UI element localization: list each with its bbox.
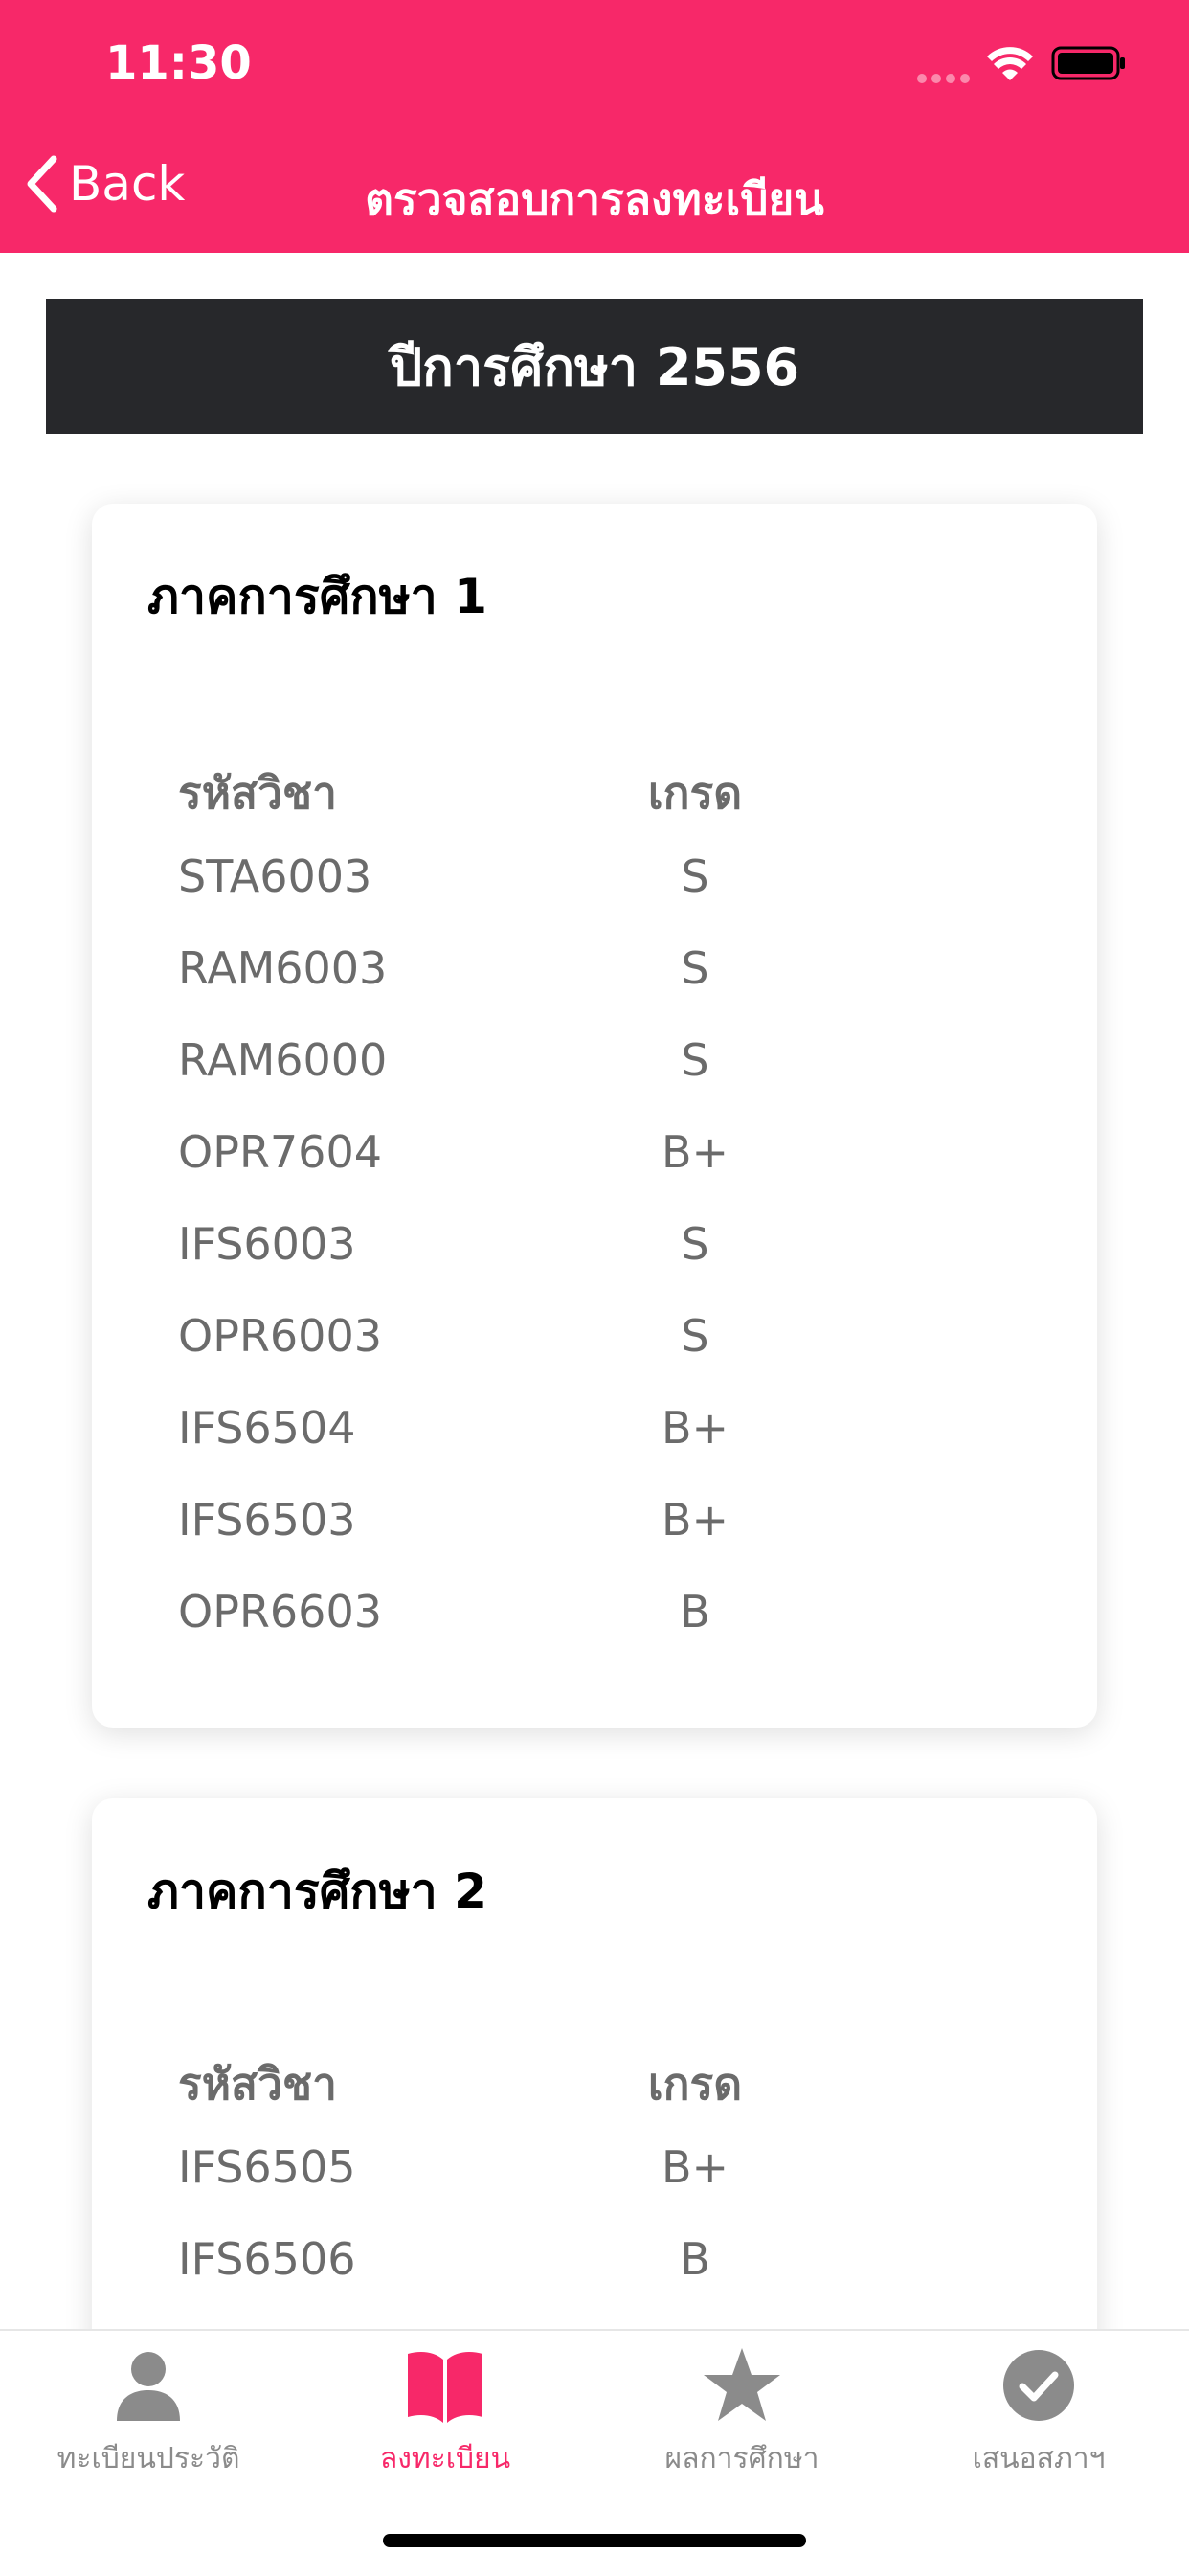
course-code: OPR6003 xyxy=(178,1310,382,1362)
course-grade: B+ xyxy=(661,1126,729,1178)
course-grade: S xyxy=(681,850,709,902)
tab-label: เสนอสภาฯ xyxy=(972,2442,1106,2475)
person-icon xyxy=(117,2352,180,2421)
academic-year-header: ปีการศึกษา 2556 xyxy=(46,299,1143,434)
tab-profile[interactable]: ทะเบียนประวัติ xyxy=(0,2344,297,2481)
grade-header: เกรด xyxy=(647,2058,743,2110)
table-row: OPR6603 B xyxy=(178,1586,1040,1662)
table-row: IFS6506 B xyxy=(178,2233,1040,2310)
check-circle-icon xyxy=(1003,2350,1074,2421)
course-code: RAM6003 xyxy=(178,942,388,994)
course-grade: B+ xyxy=(661,1402,729,1454)
table-row: RAM6003 S xyxy=(178,942,1040,1019)
course-code: IFS6504 xyxy=(178,1402,356,1454)
cellular-signal-icon xyxy=(917,69,975,87)
course-grade: B xyxy=(680,1586,710,1638)
table-row: IFS6503 B+ xyxy=(178,1494,1040,1570)
tab-council[interactable]: เสนอสภาฯ xyxy=(890,2344,1187,2481)
course-grade: B+ xyxy=(661,2141,729,2193)
semester-card: ภาคการศึกษา 1 รหัสวิชา เกรด STA6003 S RA… xyxy=(92,504,1097,1728)
course-grade: S xyxy=(681,1310,709,1362)
grade-header: เกรด xyxy=(647,767,743,819)
course-grade: S xyxy=(681,1034,709,1086)
course-grade: B+ xyxy=(661,1494,729,1546)
semester-title: ภาคการศึกษา 2 xyxy=(147,1864,487,1919)
table-row: IFS6505 B+ xyxy=(178,2141,1040,2218)
course-code: OPR7604 xyxy=(178,1126,382,1178)
tab-results[interactable]: ผลการศึกษา xyxy=(594,2344,890,2481)
table-row: IFS6504 B+ xyxy=(178,1402,1040,1479)
home-indicator[interactable] xyxy=(383,2534,806,2547)
table-row: STA6003 S xyxy=(178,850,1040,927)
book-icon xyxy=(408,2352,482,2423)
academic-year-label: ปีการศึกษา 2556 xyxy=(389,336,800,397)
course-code: OPR6603 xyxy=(178,1586,382,1638)
course-grade: B xyxy=(680,2233,710,2285)
table-header: รหัสวิชา เกรด xyxy=(178,2049,1040,2110)
wifi-icon xyxy=(987,47,1033,80)
course-code: IFS6503 xyxy=(178,1494,356,1546)
tab-label: ลงทะเบียน xyxy=(379,2442,511,2475)
course-code: RAM6000 xyxy=(178,1034,388,1086)
tab-registration[interactable]: ลงทะเบียน xyxy=(297,2344,594,2481)
table-row: RAM6000 S xyxy=(178,1034,1040,1111)
star-icon xyxy=(704,2348,780,2421)
tab-label: ผลการศึกษา xyxy=(664,2442,819,2475)
table-row: IFS6003 S xyxy=(178,1218,1040,1295)
status-time: 11:30 xyxy=(105,36,252,90)
semester-title: ภาคการศึกษา 1 xyxy=(147,569,487,624)
course-code-header: รหัสวิชา xyxy=(178,767,337,819)
table-row: OPR7604 B+ xyxy=(178,1126,1040,1203)
table-row: OPR6003 S xyxy=(178,1310,1040,1387)
table-header: รหัสวิชา เกรด xyxy=(178,758,1040,819)
course-code: IFS6505 xyxy=(178,2141,356,2193)
navigation-header: 11:30 Back ตรวจสอบการลงทะเบียน xyxy=(0,0,1189,253)
tab-label: ทะเบียนประวัติ xyxy=(56,2442,240,2475)
course-code: IFS6506 xyxy=(178,2233,356,2285)
course-grade: S xyxy=(681,1218,709,1270)
page-title: ตรวจสอบการลงทะเบียน xyxy=(365,173,824,225)
course-code: STA6003 xyxy=(178,850,372,902)
course-code-header: รหัสวิชา xyxy=(178,2058,337,2110)
course-code: IFS6003 xyxy=(178,1218,356,1270)
battery-icon xyxy=(1051,46,1125,80)
course-grade: S xyxy=(681,942,709,994)
